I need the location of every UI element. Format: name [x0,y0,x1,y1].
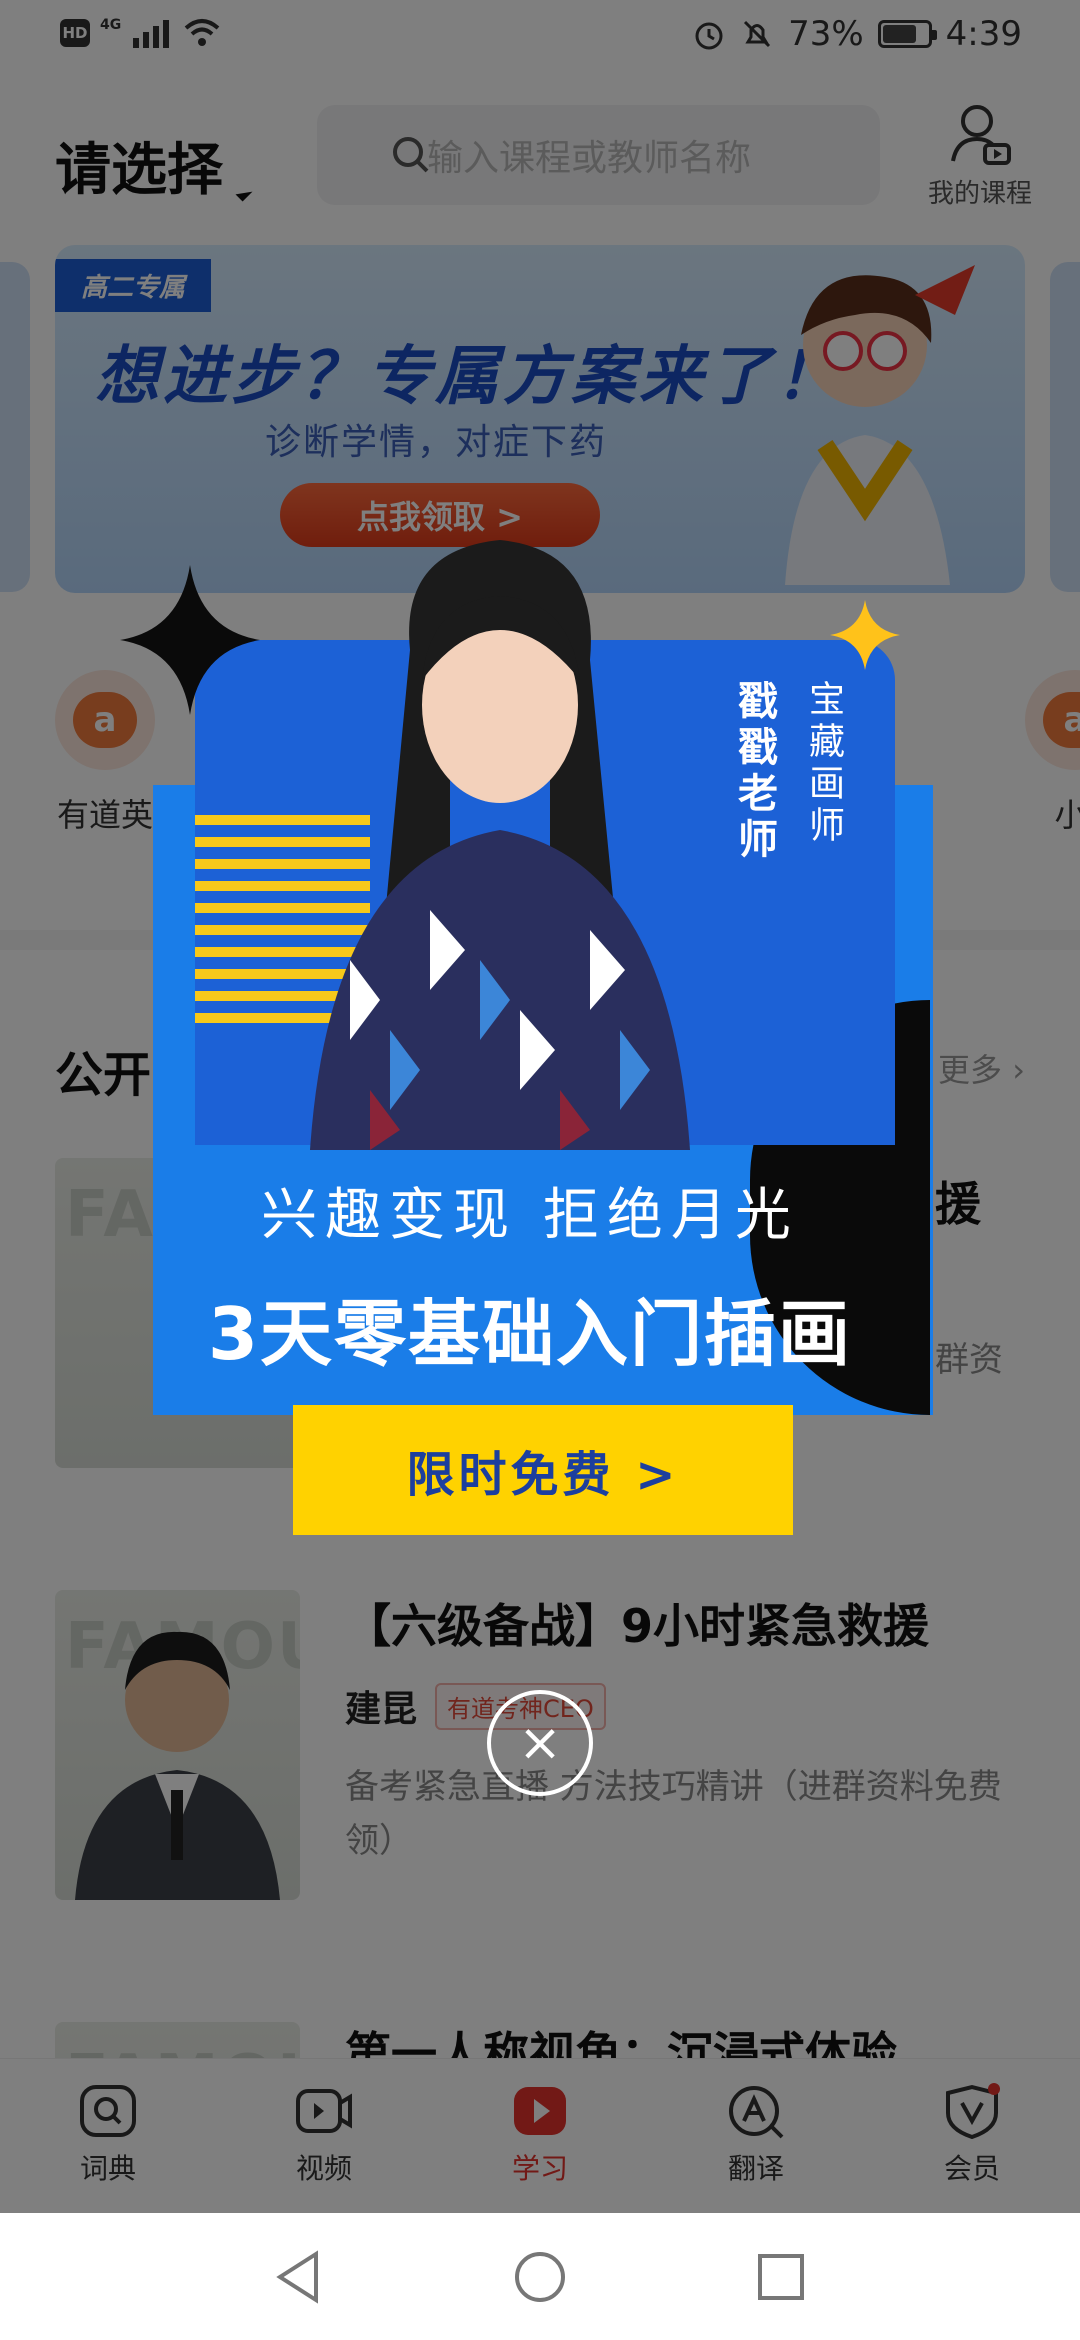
promo-popup[interactable]: 戳戳老师 宝藏画师 兴趣变现 拒绝月光 3天零基础入门插画 限时免费 > [120,530,940,1540]
system-nav-bar [0,2213,1080,2340]
sparkle-star-icon [120,565,260,715]
teacher-title-vertical: 宝藏画师 [803,680,844,848]
popup-free-button[interactable]: 限时免费 > [293,1405,793,1535]
popup-headline: 3天零基础入门插画 [207,1292,853,1376]
sparkle-star-icon [830,600,900,670]
teacher-tag: 戳戳老师 宝藏画师 [725,680,1080,864]
teacher-name-vertical: 戳戳老师 [731,680,777,864]
back-icon[interactable] [274,2249,324,2304]
recents-icon[interactable] [756,2252,806,2302]
popup-close-button[interactable]: × [487,1690,593,1796]
popup-slogan: 兴趣变现 拒绝月光 [261,1183,799,1248]
close-icon: × [518,1713,562,1773]
teacher-portrait [310,540,690,1150]
home-icon[interactable] [513,2250,567,2304]
